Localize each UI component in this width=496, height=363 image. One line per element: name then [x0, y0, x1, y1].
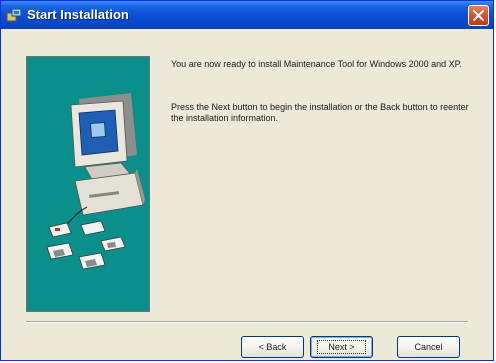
back-button[interactable]: < Back	[241, 336, 304, 358]
close-icon	[473, 10, 484, 21]
close-button[interactable]	[468, 5, 489, 26]
dialog-body: You are now ready to install Maintenance…	[1, 29, 493, 360]
computer-illustration	[46, 93, 145, 270]
separator-line	[26, 321, 468, 323]
window-title: Start Installation	[27, 7, 129, 22]
side-graphic-panel	[26, 56, 150, 312]
next-button-label: Next >	[328, 342, 355, 352]
ready-message: You are now ready to install Maintenance…	[171, 59, 463, 69]
installer-icon	[6, 7, 22, 23]
title-bar[interactable]: Start Installation	[1, 1, 493, 29]
cancel-button-label: Cancel	[414, 342, 443, 352]
next-button[interactable]: Next >	[310, 336, 373, 358]
back-button-label: < Back	[258, 342, 287, 352]
installer-window: Start Installation You are now ready to …	[0, 0, 494, 361]
cancel-button[interactable]: Cancel	[397, 336, 460, 358]
instructions-message: Press the Next button to begin the insta…	[171, 102, 469, 123]
